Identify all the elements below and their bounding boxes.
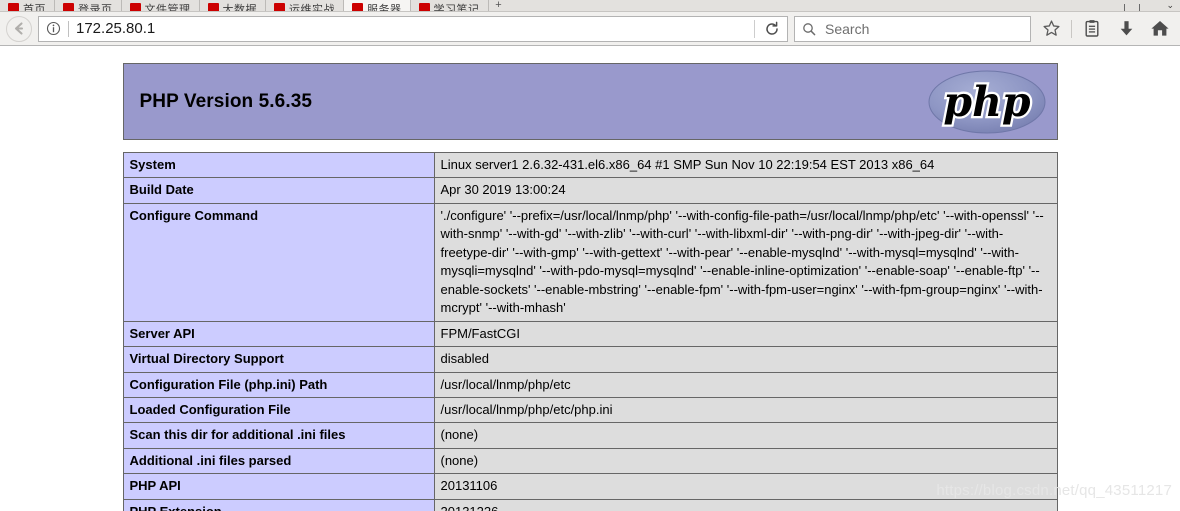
tab-favicon-icon bbox=[8, 3, 19, 11]
search-bar[interactable] bbox=[794, 15, 1031, 42]
table-row: Additional .ini files parsed (none) bbox=[122, 447, 1058, 475]
tab-title: 运维实战 bbox=[289, 3, 335, 12]
chevron-down-icon[interactable]: ⌄ bbox=[1166, 0, 1174, 11]
tab-favicon-icon bbox=[63, 3, 74, 11]
tab-favicon-icon bbox=[207, 3, 219, 11]
table-cell-key: Loaded Configuration File bbox=[122, 396, 435, 424]
table-cell-key: Configuration File (php.ini) Path bbox=[122, 371, 435, 398]
php-header-cell: PHP Version 5.6.35 php bbox=[123, 63, 1057, 140]
browser-tab[interactable]: 学习笔记 bbox=[411, 0, 489, 11]
browser-tab[interactable]: 登录页 bbox=[55, 0, 122, 11]
table-row: Configuration File (php.ini) Path /usr/l… bbox=[122, 371, 1058, 398]
table-cell-value: /usr/local/lnmp/php/etc bbox=[433, 371, 1058, 398]
table-row: Virtual Directory Support disabled bbox=[122, 346, 1058, 373]
address-bar[interactable]: 172.25.80.1 bbox=[38, 15, 788, 42]
tab-favicon-icon bbox=[274, 3, 285, 11]
navigation-toolbar: 172.25.80.1 bbox=[0, 12, 1180, 45]
table-row: Scan this dir for additional .ini files … bbox=[122, 422, 1058, 449]
php-logo-icon: php bbox=[928, 70, 1045, 133]
table-cell-value: './configure' '--prefix=/usr/local/lnmp/… bbox=[433, 202, 1058, 322]
table-cell-value: Apr 30 2019 13:00:24 bbox=[433, 177, 1058, 204]
new-tab-button[interactable]: + bbox=[489, 0, 509, 11]
table-cell-value: 20131226 bbox=[433, 498, 1058, 511]
tab-strip: 首页 登录页 文件管理 大数据 运维实战 服务器 学习笔记 + ⌄ bbox=[0, 0, 1180, 12]
search-icon bbox=[802, 22, 816, 36]
library-icon[interactable] bbox=[1078, 15, 1106, 43]
table-cell-value: FPM/FastCGI bbox=[433, 320, 1058, 348]
svg-text:php: php bbox=[943, 78, 1030, 126]
table-row: Loaded Configuration File /usr/local/lnm… bbox=[122, 396, 1058, 424]
browser-tab[interactable]: 首页 bbox=[0, 0, 55, 11]
tab-favicon-icon bbox=[418, 3, 430, 11]
browser-tab[interactable]: 运维实战 bbox=[266, 0, 344, 11]
tab-title: 学习笔记 bbox=[433, 3, 480, 12]
browser-tab[interactable]: 服务器 bbox=[344, 0, 411, 11]
table-cell-key: Scan this dir for additional .ini files bbox=[122, 422, 435, 449]
table-cell-key: PHP Extension bbox=[122, 498, 435, 511]
table-cell-value: 20131106 bbox=[433, 473, 1058, 500]
browser-tab[interactable]: 大数据 bbox=[200, 0, 266, 12]
page-title: PHP Version 5.6.35 bbox=[139, 90, 313, 112]
back-button[interactable] bbox=[6, 15, 32, 42]
php-header-banner: PHP Version 5.6.35 php bbox=[122, 63, 1058, 140]
browser-chrome: 首页 登录页 文件管理 大数据 运维实战 服务器 学习笔记 + ⌄ 172.25… bbox=[0, 0, 1180, 46]
url-text[interactable]: 172.25.80.1 bbox=[76, 20, 750, 37]
tab-overflow-marks bbox=[1124, 4, 1140, 11]
table-cell-value: (none) bbox=[433, 447, 1058, 475]
table-row: Build Date Apr 30 2019 13:00:24 bbox=[122, 177, 1058, 204]
tab-mark bbox=[1139, 4, 1140, 11]
table-cell-key: Server API bbox=[122, 320, 435, 348]
table-cell-key: Build Date bbox=[122, 177, 435, 204]
info-circle-icon[interactable] bbox=[46, 21, 61, 36]
browser-tab[interactable]: 文件管理 bbox=[122, 0, 200, 11]
tab-title: 登录页 bbox=[78, 3, 113, 12]
table-row: PHP Extension 20131226 bbox=[122, 498, 1058, 511]
table-row: System Linux server1 2.6.32-431.el6.x86_… bbox=[122, 151, 1058, 179]
search-input[interactable] bbox=[823, 19, 1023, 38]
table-cell-key: PHP API bbox=[122, 473, 435, 500]
table-cell-value: disabled bbox=[433, 346, 1058, 373]
downloads-icon[interactable] bbox=[1112, 15, 1140, 43]
tab-favicon-icon bbox=[352, 3, 363, 11]
table-row: Server API FPM/FastCGI bbox=[122, 320, 1058, 348]
table-cell-key: Virtual Directory Support bbox=[122, 346, 435, 373]
reload-button[interactable] bbox=[759, 17, 785, 41]
table-cell-key: Additional .ini files parsed bbox=[122, 447, 435, 475]
phpinfo-container: PHP Version 5.6.35 php System Linux serv… bbox=[122, 46, 1058, 511]
tab-title: 首页 bbox=[23, 3, 46, 12]
page-content: PHP Version 5.6.35 php System Linux serv… bbox=[0, 46, 1180, 511]
tab-favicon-icon bbox=[129, 3, 141, 11]
tab-title: 服务器 bbox=[367, 3, 402, 12]
table-cell-key: System bbox=[122, 151, 435, 179]
tab-title: 文件管理 bbox=[144, 3, 191, 12]
table-cell-key: Configure Command bbox=[122, 202, 435, 322]
toolbar-divider bbox=[1071, 19, 1072, 38]
bookmark-star-icon[interactable] bbox=[1037, 15, 1065, 43]
tab-title: 大数据 bbox=[222, 3, 257, 12]
table-row: PHP API 20131106 bbox=[122, 473, 1058, 500]
home-icon[interactable] bbox=[1146, 15, 1174, 43]
table-row: Configure Command './configure' '--prefi… bbox=[122, 202, 1058, 322]
tab-mark bbox=[1124, 4, 1125, 11]
table-cell-value: Linux server1 2.6.32-431.el6.x86_64 #1 S… bbox=[433, 151, 1058, 179]
table-cell-value: (none) bbox=[433, 422, 1058, 449]
phpinfo-table: System Linux server1 2.6.32-431.el6.x86_… bbox=[122, 151, 1058, 511]
table-cell-value: /usr/local/lnmp/php/etc/php.ini bbox=[433, 396, 1058, 424]
urlbar-divider bbox=[68, 20, 69, 37]
urlbar-inner-divider bbox=[754, 19, 755, 38]
